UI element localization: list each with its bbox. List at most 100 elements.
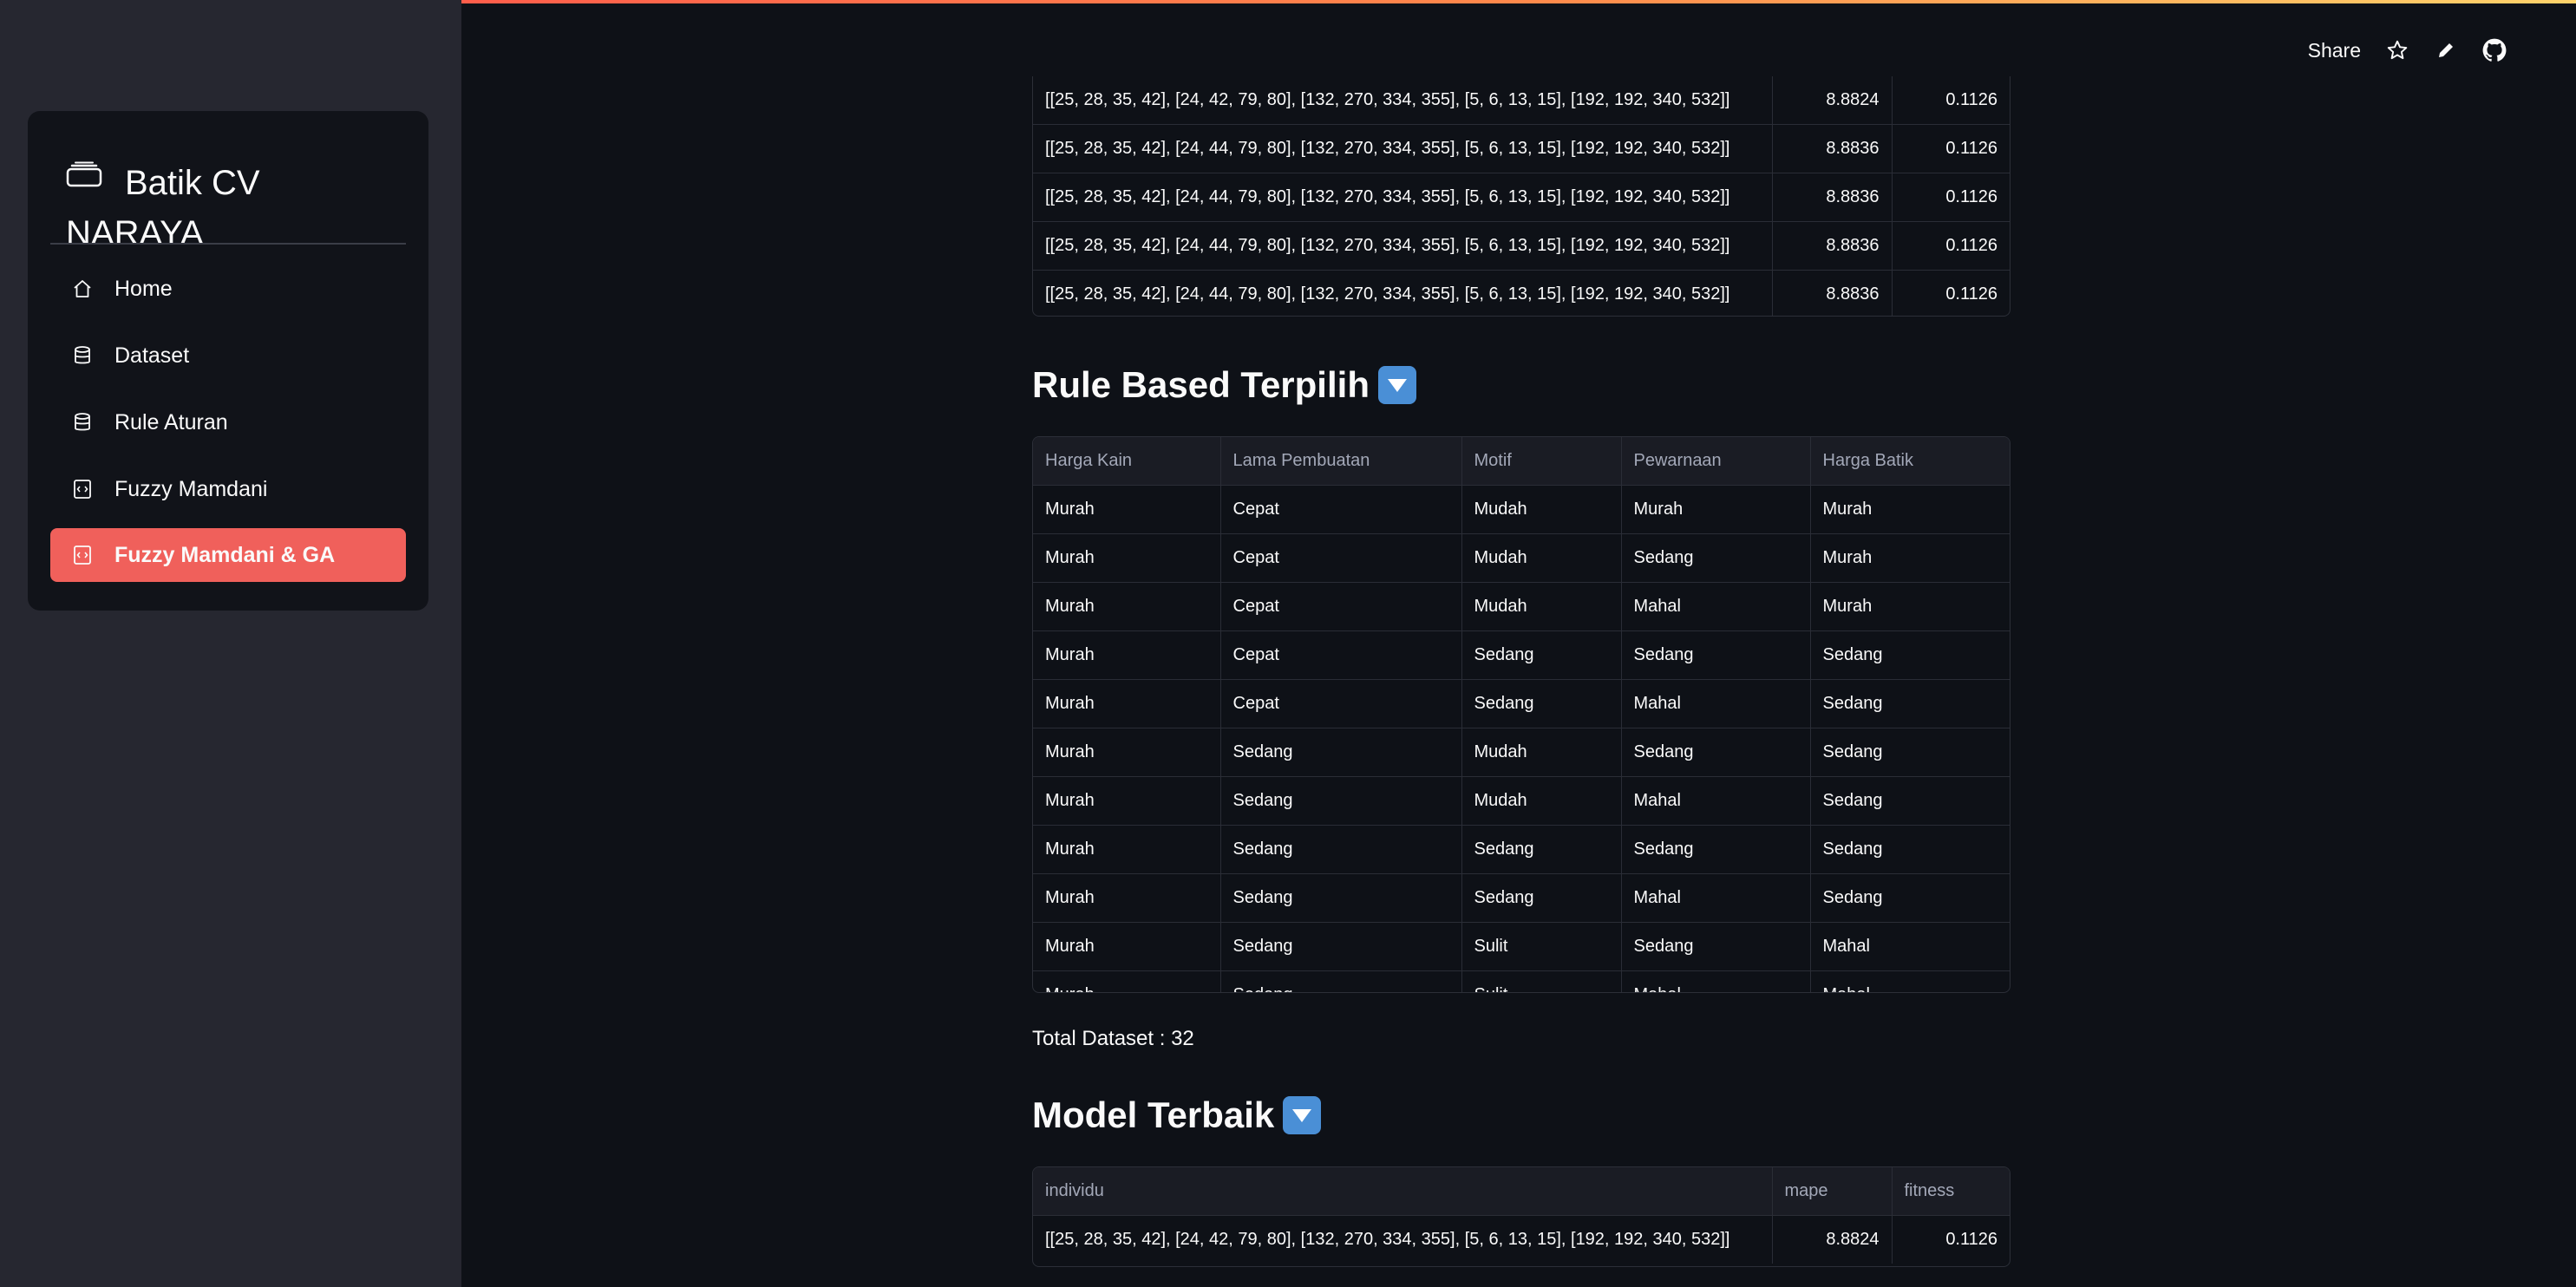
table-cell: Murah xyxy=(1033,728,1221,777)
nav-item-label: Dataset xyxy=(114,343,190,368)
table-cell: Sedang xyxy=(1461,679,1622,728)
table-cell: Murah xyxy=(1033,679,1221,728)
table-cell: Murah xyxy=(1033,970,1221,992)
database-icon xyxy=(71,411,94,434)
table-cell: 8.8824 xyxy=(1772,1215,1893,1264)
table-cell: Sedang xyxy=(1220,825,1462,874)
table-cell: Murah xyxy=(1810,485,2010,534)
table-cell: Sedang xyxy=(1810,630,2010,680)
table-cell: Sedang xyxy=(1461,630,1622,680)
nav-item-dataset[interactable]: Dataset xyxy=(50,329,406,382)
table-cell: [[25, 28, 35, 42], [24, 42, 79, 80], [13… xyxy=(1033,76,1773,125)
table-cell: Mahal xyxy=(1621,679,1811,728)
table-row: Murah Sedang Sedang Mahal Sedang xyxy=(1033,873,2010,923)
table-cell: 8.8824 xyxy=(1772,76,1893,125)
table-row: [[25, 28, 35, 42], [24, 44, 79, 80], [13… xyxy=(1033,221,2010,271)
table-cell: Sedang xyxy=(1220,776,1462,826)
section-title-text: Rule Based Terpilih xyxy=(1032,364,1370,405)
navigation-menu: Batik CV NARAYA Home Dataset Rule Aturan xyxy=(28,111,428,611)
column-header[interactable]: fitness xyxy=(1892,1167,2010,1216)
table-cell: Mahal xyxy=(1810,970,2010,992)
table-cell: Murah xyxy=(1033,922,1221,971)
table-cell: [[25, 28, 35, 42], [24, 44, 79, 80], [13… xyxy=(1033,221,1773,271)
table-cell: Sedang xyxy=(1621,922,1811,971)
table-cell: Murah xyxy=(1621,485,1811,534)
column-header[interactable]: Motif xyxy=(1461,437,1622,486)
table-row: Murah Sedang Mudah Mahal Sedang xyxy=(1033,776,2010,826)
table-cell: Sedang xyxy=(1461,873,1622,923)
table-cell: 8.8836 xyxy=(1772,173,1893,222)
table-cell: 8.8836 xyxy=(1772,124,1893,173)
github-icon[interactable] xyxy=(2482,38,2507,62)
table-cell: 0.1126 xyxy=(1945,1230,1997,1249)
model-section-heading: Model Terbaik xyxy=(1032,1094,1322,1136)
down-arrow-icon xyxy=(1283,1096,1322,1134)
table-row: Murah Cepat Sedang Mahal Sedang xyxy=(1033,679,2010,728)
table-header-row: Harga Kain Lama Pembuatan Motif Pewarnaa… xyxy=(1033,437,2010,486)
table-cell: Murah xyxy=(1033,533,1221,583)
table-cell: 0.1126 xyxy=(1892,221,2010,271)
table-cell: Mudah xyxy=(1461,776,1622,826)
table-row: Murah Sedang Sedang Sedang Sedang xyxy=(1033,825,2010,874)
table-cell: Sulit xyxy=(1461,922,1622,971)
table-cell: Cepat xyxy=(1220,679,1462,728)
table-cell: Mudah xyxy=(1461,533,1622,583)
column-header[interactable]: Lama Pembuatan xyxy=(1220,437,1462,486)
table-cell: Murah xyxy=(1033,825,1221,874)
section-title-text: Model Terbaik xyxy=(1032,1094,1275,1135)
table-cell: Sedang xyxy=(1220,970,1462,992)
table-cell: 8.8836 xyxy=(1772,270,1893,316)
nav-item-fuzzy-mamdani[interactable]: Fuzzy Mamdani xyxy=(50,462,406,516)
table-cell: Cepat xyxy=(1220,533,1462,583)
table-cell: Sedang xyxy=(1810,679,2010,728)
table-cell: Murah xyxy=(1033,485,1221,534)
table-cell: 0.1126 xyxy=(1892,173,2010,222)
table-cell: Sedang xyxy=(1621,533,1811,583)
table-cell: Cepat xyxy=(1220,630,1462,680)
table-cell: Mahal xyxy=(1621,776,1811,826)
best-model-table[interactable]: individu mape fitness [[25, 28, 35, 42],… xyxy=(1032,1166,2010,1267)
column-header[interactable]: Pewarnaan xyxy=(1621,437,1811,486)
table-cell: Sulit xyxy=(1461,970,1622,992)
table-cell: Sedang xyxy=(1621,630,1811,680)
column-header[interactable]: individu xyxy=(1033,1167,1773,1216)
table-cell: 0.1126 xyxy=(1892,124,2010,173)
nav-item-label: Fuzzy Mamdani & GA xyxy=(114,542,336,567)
edit-pencil-icon[interactable] xyxy=(2434,38,2458,62)
nav-item-rule-aturan[interactable]: Rule Aturan xyxy=(50,395,406,449)
table-cell: Murah xyxy=(1810,533,2010,583)
column-header[interactable]: mape xyxy=(1772,1167,1893,1216)
table-cell: [[25, 28, 35, 42], [24, 44, 79, 80], [13… xyxy=(1033,124,1773,173)
table-cell: 8.8836 xyxy=(1772,221,1893,271)
table-row: Murah Cepat Sedang Sedang Sedang xyxy=(1033,630,2010,680)
table-row: [[25, 28, 35, 42], [24, 44, 79, 80], [13… xyxy=(1033,173,2010,222)
table-cell: Mahal xyxy=(1810,922,2010,971)
table-cell: Sedang xyxy=(1810,825,2010,874)
table-cell: 0.1126 xyxy=(1892,76,2010,125)
column-header[interactable]: Harga Kain xyxy=(1033,437,1221,486)
table-cell: Cepat xyxy=(1220,485,1462,534)
table-cell: [[25, 28, 35, 42], [24, 44, 79, 80], [13… xyxy=(1033,173,1773,222)
nav-item-home[interactable]: Home xyxy=(50,262,406,316)
table-cell: Sedang xyxy=(1461,825,1622,874)
table-cell: Murah xyxy=(1033,873,1221,923)
table-row: Murah Sedang Sulit Sedang Mahal xyxy=(1033,922,2010,971)
table-row: [[25, 28, 35, 42], [24, 42, 79, 80], [13… xyxy=(1033,76,2010,125)
column-header[interactable]: Harga Batik xyxy=(1810,437,2010,486)
population-table[interactable]: [[25, 28, 35, 42], [24, 42, 79, 80], [13… xyxy=(1032,76,2010,317)
rule-table[interactable]: Harga Kain Lama Pembuatan Motif Pewarnaa… xyxy=(1032,436,2010,993)
table-cell: Sedang xyxy=(1810,728,2010,777)
table-row: [[25, 28, 35, 42], [24, 44, 79, 80], [13… xyxy=(1033,124,2010,173)
table-row: Murah Sedang Mudah Sedang Sedang xyxy=(1033,728,2010,777)
table-row: Murah Cepat Mudah Mahal Murah xyxy=(1033,582,2010,631)
nav-item-fuzzy-mamdani-ga[interactable]: Fuzzy Mamdani & GA xyxy=(50,528,406,582)
table-cell: Mudah xyxy=(1461,728,1622,777)
table-cell: Sedang xyxy=(1220,728,1462,777)
share-button[interactable]: Share xyxy=(2308,39,2361,62)
star-icon[interactable] xyxy=(2385,38,2409,62)
database-icon xyxy=(71,344,94,367)
table-cell: Mahal xyxy=(1621,582,1811,631)
table-cell: Sedang xyxy=(1810,873,2010,923)
header-toolbar: Share xyxy=(2308,33,2507,68)
nav-item-label: Home xyxy=(114,276,173,301)
